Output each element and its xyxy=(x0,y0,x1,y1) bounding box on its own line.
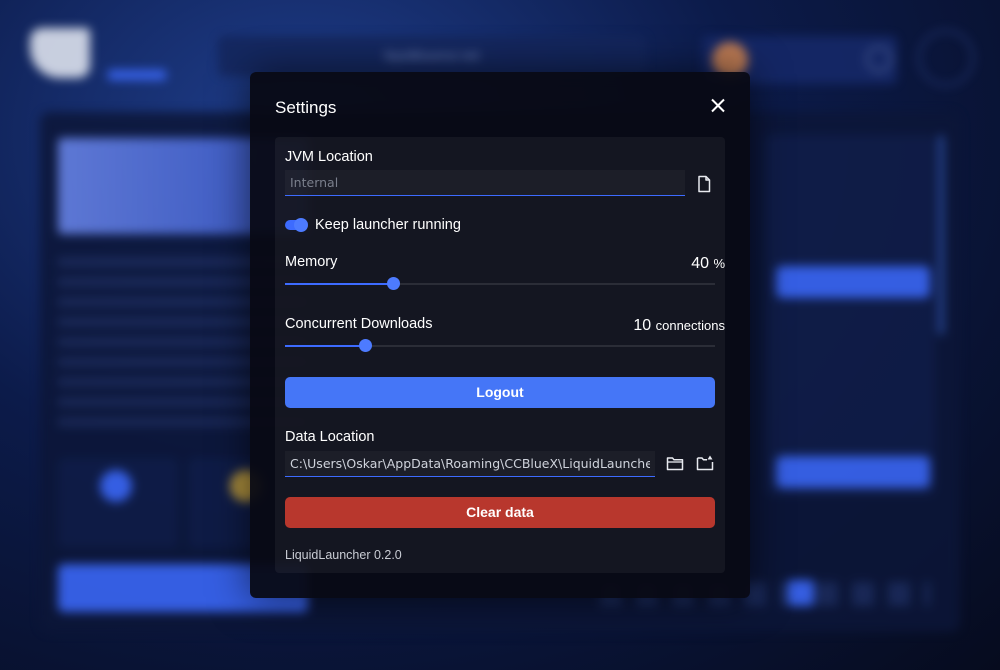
memory-value: 40 % xyxy=(691,255,725,273)
keep-running-toggle[interactable] xyxy=(285,218,308,232)
toggle-knob xyxy=(294,218,308,232)
background-read-more-button xyxy=(776,456,930,488)
folder-icon[interactable] xyxy=(666,455,684,473)
downloads-value: 10 connections xyxy=(633,317,725,335)
downloads-slider-thumb[interactable] xyxy=(358,339,372,352)
memory-label: Memory xyxy=(285,254,338,270)
close-icon[interactable] xyxy=(706,94,730,118)
background-url-bar: liquidbounce.net xyxy=(218,36,646,76)
settings-modal: Settings JVM Location Keep launcher runn… xyxy=(250,72,750,598)
memory-slider-thumb[interactable] xyxy=(386,277,400,290)
memory-slider-fill xyxy=(285,283,393,285)
clear-data-button[interactable]: Clear data xyxy=(285,497,715,528)
memory-value-unit: % xyxy=(713,256,725,271)
background-scrollbar xyxy=(938,135,944,335)
jvm-location-label: JVM Location xyxy=(285,149,373,165)
logo xyxy=(30,28,90,78)
logo-badge xyxy=(108,70,166,80)
folder-open-icon[interactable] xyxy=(696,453,714,471)
background-news-feed xyxy=(765,135,935,495)
keep-running-label: Keep launcher running xyxy=(315,217,461,233)
memory-slider[interactable] xyxy=(285,277,715,290)
downloads-label: Concurrent Downloads xyxy=(285,316,433,332)
settings-content: JVM Location Keep launcher running Memor… xyxy=(275,137,725,573)
data-location-input[interactable] xyxy=(285,451,655,477)
memory-value-number: 40 xyxy=(691,255,709,272)
background-stat-card xyxy=(58,458,178,548)
background-close-icon xyxy=(918,30,974,86)
modal-title: Settings xyxy=(275,98,337,117)
jvm-location-input[interactable] xyxy=(285,170,685,196)
logout-button[interactable]: Logout xyxy=(285,377,715,408)
downloads-slider[interactable] xyxy=(285,339,715,352)
version-text: LiquidLauncher 0.2.0 xyxy=(285,548,402,562)
data-location-label: Data Location xyxy=(285,429,375,445)
downloads-value-unit: connections xyxy=(655,318,725,333)
background-social-icon xyxy=(788,580,814,606)
downloads-value-number: 10 xyxy=(633,317,652,334)
gear-icon xyxy=(866,46,892,72)
downloads-slider-fill xyxy=(285,345,365,347)
background-read-more-button xyxy=(776,266,930,298)
file-icon[interactable] xyxy=(696,175,714,193)
